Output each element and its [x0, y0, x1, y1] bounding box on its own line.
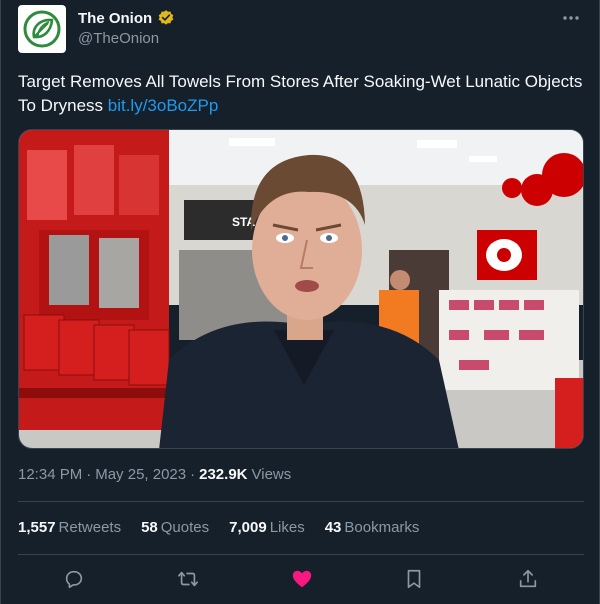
author-name[interactable]: The Onion [78, 10, 152, 27]
likes-label: Likes [269, 519, 305, 536]
quotes-label: Quotes [160, 519, 210, 536]
reply-button[interactable] [61, 566, 87, 592]
bookmark-button[interactable] [401, 566, 427, 592]
like-button[interactable] [289, 566, 315, 592]
engagement-stats: 1,557 Retweets 58 Quotes 7,009 Likes 43 Book… [18, 519, 439, 536]
retweet-icon [178, 571, 198, 587]
bookmarks-label: Bookmarks [344, 519, 420, 536]
quotes-count: 58 [141, 519, 158, 536]
onion-logo-icon [23, 10, 61, 48]
meta-separator: · [86, 466, 92, 483]
views-label[interactable]: Views [252, 466, 292, 483]
retweet-button[interactable] [175, 566, 201, 592]
verified-badge-icon[interactable] [157, 9, 175, 27]
divider [18, 501, 584, 502]
author-name-row[interactable]: The Onion [78, 9, 175, 27]
tweet-image[interactable]: STA [18, 129, 584, 449]
quotes-stat[interactable]: 58 Quotes [141, 519, 209, 536]
meta-separator: · [190, 466, 196, 483]
share-button[interactable] [515, 566, 541, 592]
tweet-date[interactable]: May 25, 2023 [95, 466, 186, 483]
share-icon [519, 569, 537, 588]
tweet-text: Target Removes All Towels From Stores Af… [18, 70, 584, 118]
bookmark-icon [407, 569, 421, 589]
views-count[interactable]: 232.9K [199, 466, 247, 483]
retweets-count: 1,557 [18, 519, 56, 536]
author-handle[interactable]: @TheOnion [78, 30, 159, 47]
action-bar [18, 566, 584, 592]
store-scene-image: STA [19, 130, 583, 448]
retweets-label: Retweets [58, 519, 122, 536]
likes-stat[interactable]: 7,009 Likes [229, 519, 305, 536]
tweet-body: Target Removes All Towels From Stores Af… [18, 72, 583, 115]
more-options-icon[interactable] [561, 8, 581, 28]
likes-count: 7,009 [229, 519, 267, 536]
avatar[interactable] [18, 5, 66, 53]
tweet-meta: 12:34 PM · May 25, 2023 · 232.9K Views [18, 466, 291, 483]
tweet-container: The Onion @TheOnion Target Removes All T… [0, 0, 600, 604]
reply-icon [65, 570, 83, 589]
tweet-link[interactable]: bit.ly/3oBoZPp [108, 96, 219, 115]
like-icon [292, 570, 312, 588]
tweet-time[interactable]: 12:34 PM [18, 466, 82, 483]
divider [18, 554, 584, 555]
retweets-stat[interactable]: 1,557 Retweets [18, 519, 121, 536]
bookmarks-stat[interactable]: 43 Bookmarks [325, 519, 420, 536]
bookmarks-count: 43 [324, 519, 342, 536]
